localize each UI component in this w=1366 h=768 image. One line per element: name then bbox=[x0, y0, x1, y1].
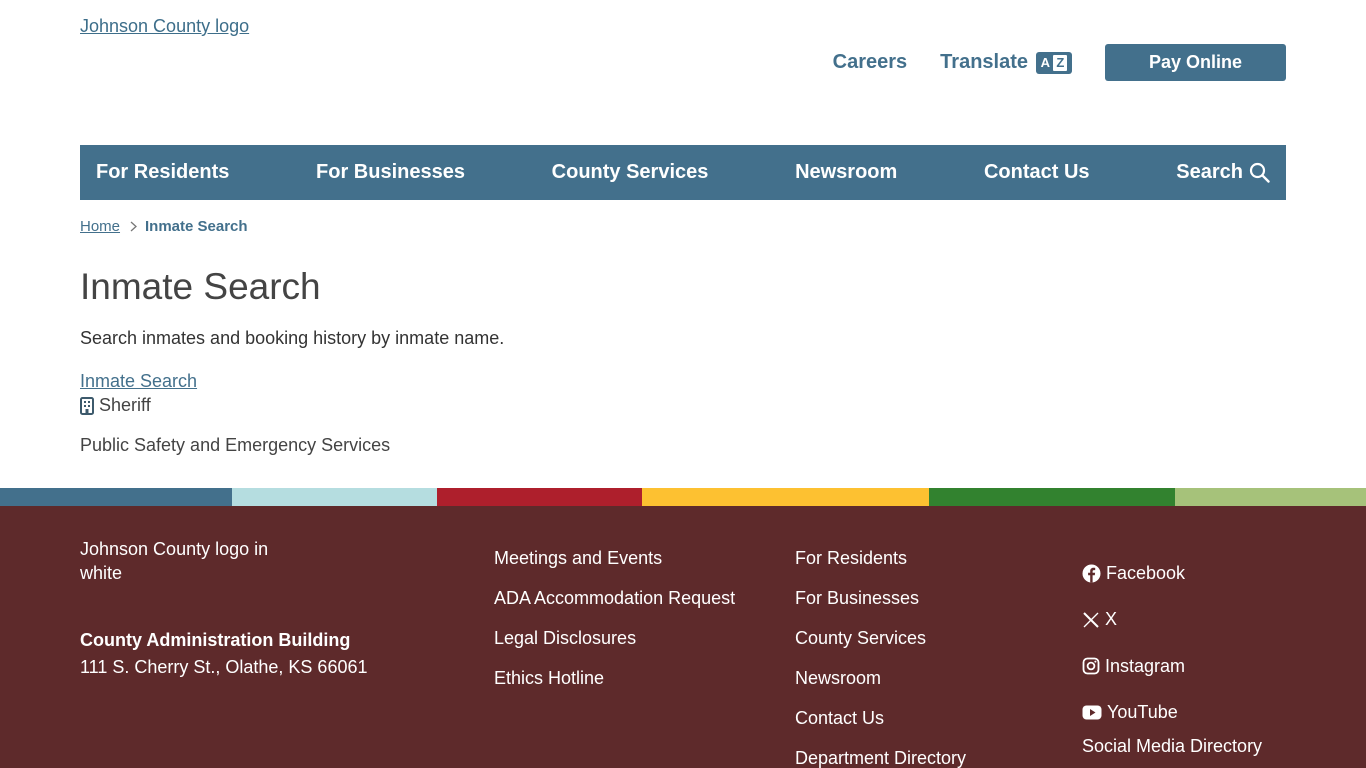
utility-bar: Careers Translate A Z Pay Online bbox=[833, 44, 1286, 81]
building-icon bbox=[80, 396, 94, 415]
breadcrumb: Home Inmate Search bbox=[80, 218, 248, 235]
department-name: Sheriff bbox=[99, 395, 151, 415]
nav-for-residents[interactable]: For Residents bbox=[96, 161, 229, 184]
breadcrumb-home-link[interactable]: Home bbox=[80, 218, 120, 235]
stripe-segment-yellow bbox=[642, 488, 929, 506]
social-instagram-link[interactable]: Instagram bbox=[1082, 643, 1262, 690]
social-media-directory-link[interactable]: Social Media Directory bbox=[1082, 736, 1262, 756]
x-logo-icon bbox=[1083, 612, 1099, 628]
footer-link-residents[interactable]: For Residents bbox=[795, 548, 966, 588]
social-instagram-label: Instagram bbox=[1105, 655, 1186, 676]
translate-glyph-a: A bbox=[1040, 55, 1051, 70]
social-youtube-label: YouTube bbox=[1107, 702, 1178, 723]
footer-links-col1: Meetings and Events ADA Accommodation Re… bbox=[494, 548, 735, 708]
inmate-search-link[interactable]: Inmate Search bbox=[80, 371, 197, 392]
footer-links-col2: For Residents For Businesses County Serv… bbox=[795, 548, 966, 768]
nav-search-label: Search bbox=[1176, 161, 1243, 183]
breadcrumb-current: Inmate Search bbox=[145, 218, 248, 235]
footer-link-ethics[interactable]: Ethics Hotline bbox=[494, 668, 735, 708]
color-stripe bbox=[0, 488, 1366, 506]
nav-contact-us[interactable]: Contact Us bbox=[984, 161, 1090, 184]
search-icon bbox=[1249, 162, 1270, 183]
footer-logo[interactable]: Johnson County logo in white bbox=[80, 537, 310, 585]
footer-link-businesses[interactable]: For Businesses bbox=[795, 588, 966, 628]
nav-for-businesses[interactable]: For Businesses bbox=[316, 161, 465, 184]
footer-link-ada[interactable]: ADA Accommodation Request bbox=[494, 588, 735, 628]
nav-search-button[interactable]: Search bbox=[1176, 161, 1270, 184]
service-category: Public Safety and Emergency Services bbox=[80, 435, 391, 455]
footer-link-contact[interactable]: Contact Us bbox=[795, 708, 966, 748]
social-facebook-label: Facebook bbox=[1106, 562, 1186, 583]
translate-glyph-b: Z bbox=[1053, 54, 1068, 71]
translate-button[interactable]: Translate A Z bbox=[940, 51, 1072, 74]
footer-social: Facebook X Instagram YouTube Social Medi… bbox=[1082, 550, 1262, 757]
youtube-icon bbox=[1082, 705, 1102, 720]
facebook-icon bbox=[1082, 564, 1101, 583]
pay-online-button[interactable]: Pay Online bbox=[1105, 44, 1286, 81]
social-x-label: X bbox=[1105, 609, 1118, 630]
social-youtube-link[interactable]: YouTube bbox=[1082, 690, 1262, 737]
stripe-segment-lightblue bbox=[232, 488, 437, 506]
stripe-segment-lightgreen bbox=[1175, 488, 1366, 506]
footer-link-directory[interactable]: Department Directory bbox=[795, 748, 966, 768]
instagram-icon bbox=[1082, 657, 1100, 675]
main-nav: For Residents For Businesses County Serv… bbox=[80, 145, 1286, 200]
footer-link-services[interactable]: County Services bbox=[795, 628, 966, 668]
stripe-segment-blue bbox=[0, 488, 232, 506]
footer-link-meetings[interactable]: Meetings and Events bbox=[494, 548, 735, 588]
nav-county-services[interactable]: County Services bbox=[552, 161, 709, 184]
chevron-right-icon bbox=[130, 221, 137, 232]
careers-link[interactable]: Careers bbox=[833, 51, 908, 74]
page-description: Search inmates and booking history by in… bbox=[80, 328, 505, 348]
translate-label: Translate bbox=[940, 51, 1028, 73]
social-facebook-link[interactable]: Facebook bbox=[1082, 550, 1262, 597]
footer-link-newsroom[interactable]: Newsroom bbox=[795, 668, 966, 708]
footer-link-legal[interactable]: Legal Disclosures bbox=[494, 628, 735, 668]
footer: Johnson County logo in white County Admi… bbox=[0, 506, 1366, 768]
social-x-link[interactable]: X bbox=[1082, 597, 1262, 644]
footer-address: 111 S. Cherry St., Olathe, KS 66061 bbox=[80, 657, 368, 677]
stripe-segment-green bbox=[929, 488, 1175, 506]
footer-building-name: County Administration Building bbox=[80, 630, 351, 650]
page-title: Inmate Search bbox=[80, 266, 321, 307]
translate-icon: A Z bbox=[1036, 51, 1072, 74]
stripe-segment-red bbox=[437, 488, 642, 506]
county-logo[interactable]: Johnson County logo bbox=[80, 16, 249, 37]
nav-newsroom[interactable]: Newsroom bbox=[795, 161, 897, 184]
department: Sheriff bbox=[80, 395, 151, 416]
